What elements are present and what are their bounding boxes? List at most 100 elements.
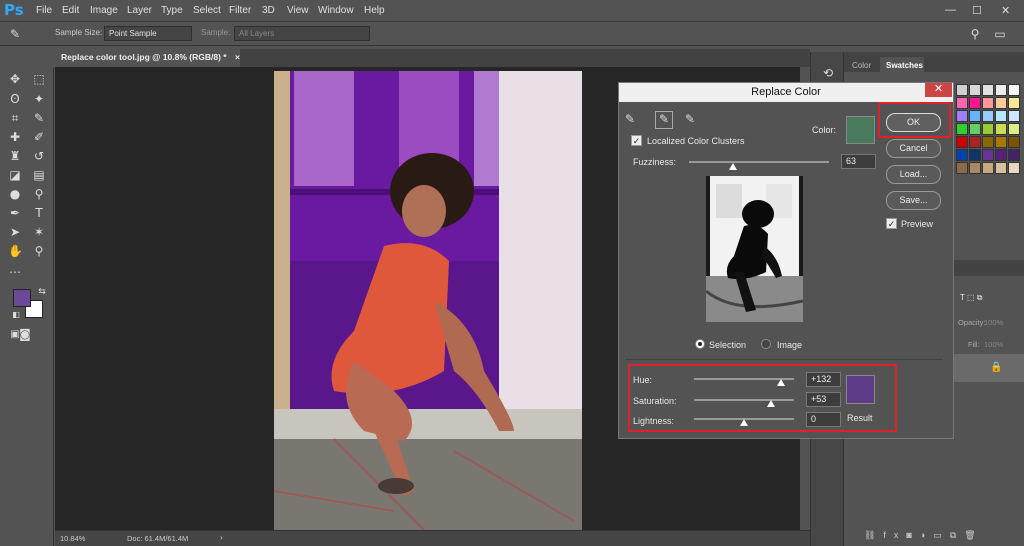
swatch-cell[interactable] xyxy=(1008,162,1020,174)
history-panel-icon[interactable]: ⟲ xyxy=(821,66,835,80)
swatch-cell[interactable] xyxy=(969,162,981,174)
type-tool-icon[interactable]: T xyxy=(32,206,46,220)
zoom-tool-icon[interactable]: ⚲ xyxy=(32,244,46,258)
menu-window[interactable]: Window xyxy=(318,5,354,16)
hand-tool-icon[interactable]: ✋ xyxy=(8,244,23,258)
eyedropper-icon[interactable]: ✎ xyxy=(8,27,22,41)
swatch-cell[interactable] xyxy=(995,149,1007,161)
workspace-icon[interactable]: ▭ xyxy=(993,27,1007,41)
default-colors-icon[interactable]: ◧ xyxy=(9,308,23,322)
load-button[interactable]: Load... xyxy=(886,165,941,184)
swatch-cell[interactable] xyxy=(982,162,994,174)
swatch-cell[interactable] xyxy=(956,136,968,148)
swatch-cell[interactable] xyxy=(956,84,968,96)
swatch-cell[interactable] xyxy=(956,97,968,109)
crop-tool-icon[interactable]: ⌗ xyxy=(8,111,22,125)
selected-color-swatch[interactable] xyxy=(846,116,875,144)
swap-colors-icon[interactable]: ⇆ xyxy=(35,285,49,299)
swatch-cell[interactable] xyxy=(995,162,1007,174)
menu-filter[interactable]: Filter xyxy=(229,5,251,16)
swatch-cell[interactable] xyxy=(995,110,1007,122)
eyedropper-tool-icon[interactable]: ✎ xyxy=(32,111,46,125)
image-radio[interactable] xyxy=(761,339,771,349)
close-window-icon[interactable]: ✕ xyxy=(1001,4,1010,17)
healing-brush-icon[interactable]: ✚ xyxy=(8,130,22,144)
layer-actions-icons[interactable]: ⛓fx◙◑▭⧉🗑 xyxy=(864,530,984,541)
tab-color[interactable]: Color xyxy=(852,61,871,70)
swatch-cell[interactable] xyxy=(956,149,968,161)
swatch-cell[interactable] xyxy=(1008,123,1020,135)
pen-tool-icon[interactable]: ✒ xyxy=(8,206,22,220)
swatch-cell[interactable] xyxy=(969,97,981,109)
menu-file[interactable]: File xyxy=(36,5,52,16)
swatch-cell[interactable] xyxy=(1008,110,1020,122)
clone-stamp-icon[interactable]: ♜ xyxy=(8,149,22,163)
swatch-cell[interactable] xyxy=(982,149,994,161)
opacity-value[interactable]: 100% xyxy=(984,318,1003,327)
swatch-cell[interactable] xyxy=(969,110,981,122)
foreground-color-swatch[interactable] xyxy=(13,289,31,307)
eyedropper-icon[interactable]: ✎ xyxy=(625,112,641,128)
localized-checkbox[interactable]: ✓ xyxy=(631,135,642,146)
lasso-tool-icon[interactable]: ʘ xyxy=(8,92,22,106)
menu-select[interactable]: Select xyxy=(193,5,221,16)
brush-tool-icon[interactable]: ✐ xyxy=(32,130,46,144)
layer-row[interactable] xyxy=(954,354,1024,382)
menu-view[interactable]: View xyxy=(287,5,309,16)
fill-value[interactable]: 100% xyxy=(984,340,1003,349)
swatch-cell[interactable] xyxy=(956,123,968,135)
save-button[interactable]: Save... xyxy=(886,191,941,210)
marquee-tool-icon[interactable]: ⬚ xyxy=(32,72,46,86)
move-tool-icon[interactable]: ✥ xyxy=(8,72,22,86)
selection-radio[interactable] xyxy=(695,339,705,349)
swatch-cell[interactable] xyxy=(969,136,981,148)
sample-select[interactable]: All Layers xyxy=(234,26,370,41)
swatch-cell[interactable] xyxy=(982,123,994,135)
swatch-cell[interactable] xyxy=(969,84,981,96)
swatch-cell[interactable] xyxy=(995,97,1007,109)
swatches-grid[interactable] xyxy=(956,84,1021,236)
path-selection-icon[interactable]: ➤ xyxy=(8,225,22,239)
fuzziness-slider[interactable] xyxy=(729,163,738,170)
gradient-tool-icon[interactable]: ▤ xyxy=(32,168,46,182)
layer-filter-icons[interactable]: T ⬚ ⧉ xyxy=(960,293,982,303)
screen-mode-icon[interactable]: ▣ xyxy=(8,328,22,342)
tab-swatches[interactable]: Swatches xyxy=(886,61,923,70)
swatch-cell[interactable] xyxy=(1008,97,1020,109)
swatch-cell[interactable] xyxy=(969,149,981,161)
swatch-cell[interactable] xyxy=(995,136,1007,148)
eyedropper-minus-icon[interactable]: ✎ xyxy=(685,112,701,128)
swatch-cell[interactable] xyxy=(982,136,994,148)
menu-image[interactable]: Image xyxy=(90,5,118,16)
menu-type[interactable]: Type xyxy=(161,5,183,16)
sample-size-select[interactable]: Point Sample xyxy=(104,26,192,41)
dodge-tool-icon[interactable]: ⚲ xyxy=(32,187,46,201)
eraser-tool-icon[interactable]: ◪ xyxy=(8,168,22,182)
tab-close-icon[interactable]: × xyxy=(235,52,240,62)
minimize-icon[interactable]: — xyxy=(945,4,956,16)
preview-checkbox[interactable]: ✓ xyxy=(886,218,897,229)
fuzziness-field[interactable]: 63 xyxy=(841,154,876,169)
swatch-cell[interactable] xyxy=(995,123,1007,135)
swatch-cell[interactable] xyxy=(982,110,994,122)
document-image[interactable] xyxy=(274,71,582,530)
blur-tool-icon[interactable]: ● xyxy=(8,187,22,201)
swatch-cell[interactable] xyxy=(956,162,968,174)
swatch-cell[interactable] xyxy=(982,84,994,96)
shape-tool-icon[interactable]: ✶ xyxy=(32,225,46,239)
status-menu-icon[interactable]: › xyxy=(220,533,223,542)
history-brush-icon[interactable]: ↺ xyxy=(32,149,46,163)
swatch-cell[interactable] xyxy=(995,84,1007,96)
more-tools-icon[interactable]: ⋯ xyxy=(8,265,22,279)
eyedropper-plus-icon[interactable]: ✎ xyxy=(655,111,673,129)
menu-help[interactable]: Help xyxy=(364,5,385,16)
swatch-cell[interactable] xyxy=(969,123,981,135)
cancel-button[interactable]: Cancel xyxy=(886,139,941,158)
maximize-icon[interactable]: ☐ xyxy=(972,4,982,17)
magic-wand-icon[interactable]: ✦ xyxy=(32,92,46,106)
swatch-cell[interactable] xyxy=(982,97,994,109)
menu-edit[interactable]: Edit xyxy=(62,5,79,16)
menu-3d[interactable]: 3D xyxy=(262,5,275,16)
swatch-cell[interactable] xyxy=(956,110,968,122)
document-tab[interactable]: Replace color tool.jpg @ 10.8% (RGB/8) *… xyxy=(55,49,240,67)
